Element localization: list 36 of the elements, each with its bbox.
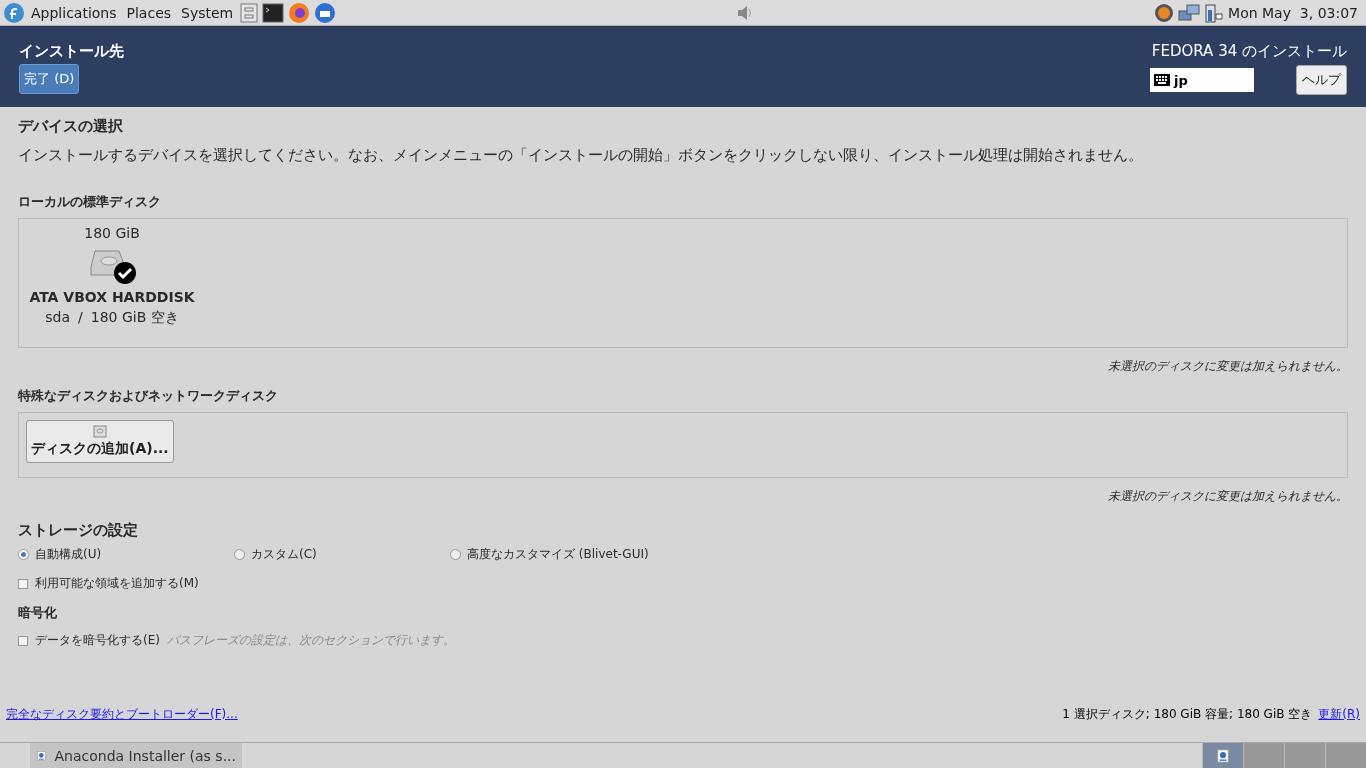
description-text: インストールするデバイスを選択してください。なお、メインメニューの「インストールの開始」ボタンをクリックしない限り、インストール処理は開始されません。 [18,146,1144,165]
keyboard-layout-field[interactable]: jp [1150,68,1254,92]
section-heading: ローカルの標準ディスク [18,193,162,211]
menu-item[interactable]: Applications [28,4,120,21]
done-button[interactable]: 完了 (D) [19,64,80,94]
radio-label: カスタム(C) [251,546,317,563]
separator-text: / [78,309,83,327]
window-title: Anaconda Installer (as s... [54,747,236,764]
radio-label: 高度なカスタマイズ (Blivet-GUI) [467,546,649,563]
disk-status-text: 1 選択ディスク; 180 GiB 容量; 180 GiB 空き [1062,706,1313,723]
checkbox-label: データを暗号化する(E) [35,632,160,649]
taskbar-window-button[interactable]: Anaconda Installer (as s... [30,743,242,768]
menu-item[interactable]: Places [123,4,175,21]
add-disk-button[interactable]: ディスクの追加(A)... [26,420,174,463]
disk-item[interactable]: 180 GiB ATA VBOX HARDDISK sda / 180 GiB 空き [27,225,197,347]
disk-model: ATA VBOX HARDDISK [29,289,195,305]
product-title: FEDORA 34 のインストール [1151,42,1347,61]
hint-text: パスフレーズの設定は、次のセクションで行います。 [166,632,455,649]
section-heading: デバイスの選択 [18,117,124,136]
refresh-link[interactable]: 更新(R) [1318,706,1360,723]
menu-item[interactable]: System [178,4,237,21]
section-heading: 特殊なディスクおよびネットワークディスク [18,387,279,405]
disk-device: sda [45,309,71,327]
clock[interactable]: Mon May 3, 03:07 [1228,4,1362,21]
disk-summary-link[interactable]: 完全なディスク要約とブートローダー(F)... [6,706,238,723]
note-text: 未選択のディスクに変更は加えられません。 [1108,488,1348,505]
checkbox-label: 利用可能な領域を追加する(M) [35,575,199,592]
section-heading: ストレージの設定 [18,521,139,540]
page-title: インストール先 [19,42,124,61]
disk-size: 180 GiB [84,225,140,241]
note-text: 未選択のディスクに変更は加えられません。 [1108,358,1348,375]
disk-free-space: 180 GiB 空き [90,309,179,327]
help-button[interactable]: ヘルプ [1296,65,1347,95]
radio-label: 自動構成(U) [35,546,102,563]
keyboard-layout-value: jp [1174,72,1188,88]
section-heading: 暗号化 [18,604,58,622]
